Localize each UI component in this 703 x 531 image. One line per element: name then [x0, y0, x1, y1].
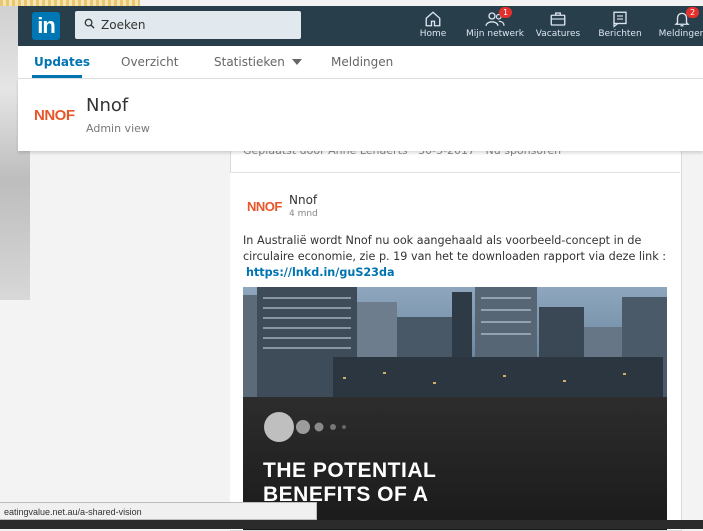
nav-notifications[interactable]: 2 Meldingen [652, 6, 703, 46]
post-image[interactable]: THE POTENTIAL BENEFITS OF A [243, 287, 667, 530]
caret-down-icon [291, 59, 302, 65]
search-icon [79, 18, 99, 32]
notifications-badge: 2 [686, 7, 699, 18]
taskbar [0, 520, 703, 529]
messages-icon [613, 11, 627, 28]
nav-messages-label: Berichten [598, 29, 642, 39]
feed-post: NNOF Nnof 4 mnd In Australië wordt Nnof … [230, 172, 680, 530]
nav-messages[interactable]: Berichten [590, 6, 650, 46]
tab-notifications[interactable]: Meldingen [331, 55, 393, 69]
nav-notifications-label: Meldingen [658, 29, 703, 39]
company-logo[interactable]: NNOF [34, 107, 75, 124]
post-author-name[interactable]: Nnof [289, 193, 317, 207]
top-nav-bar: in Home 1 Mijn netwerk Vacatures Bericht… [18, 6, 703, 46]
post-body: In Australië wordt Nnof nu ook aangehaal… [243, 234, 667, 263]
nav-jobs-label: Vacatures [535, 29, 581, 39]
search-input[interactable] [99, 17, 293, 33]
tab-overview[interactable]: Overzicht [121, 55, 178, 69]
tab-statistics[interactable]: Statistieken [214, 55, 302, 69]
admin-view-label: Admin view [86, 122, 150, 135]
post-link[interactable]: https://lnkd.in/guS23da [246, 265, 395, 281]
tab-updates[interactable]: Updates [34, 55, 90, 69]
briefcase-icon [550, 12, 566, 26]
tab-active-indicator [32, 75, 82, 78]
city-skyline [243, 287, 667, 402]
nav-home[interactable]: Home [403, 6, 463, 46]
nav-jobs[interactable]: Vacatures [528, 6, 588, 46]
network-badge: 1 [499, 7, 512, 18]
search-box[interactable] [75, 11, 301, 39]
nav-items: Home 1 Mijn netwerk Vacatures Berichten … [398, 6, 703, 46]
post-author-logo[interactable]: NNOF [247, 199, 282, 214]
browser-status-bar: eatingvalue.net.au/a-shared-vision [0, 502, 317, 520]
nav-my-network[interactable]: 1 Mijn netwerk [459, 6, 531, 46]
sub-nav: Updates Overzicht Statistieken Meldingen [18, 46, 703, 79]
linkedin-logo[interactable]: in [32, 12, 60, 40]
nav-my-network-label: Mijn netwerk [466, 29, 524, 39]
company-name[interactable]: Nnof [86, 95, 128, 116]
post-timestamp: 4 mnd [289, 209, 318, 219]
company-header: NNOF Nnof Admin view [18, 79, 703, 151]
nav-home-label: Home [419, 29, 447, 39]
home-icon [425, 11, 441, 27]
tab-statistics-label: Statistieken [214, 55, 285, 69]
dots-logo-icon [264, 412, 346, 442]
post-text: In Australië wordt Nnof nu ook aangehaal… [243, 233, 668, 281]
image-title: THE POTENTIAL BENEFITS OF A [263, 459, 437, 506]
